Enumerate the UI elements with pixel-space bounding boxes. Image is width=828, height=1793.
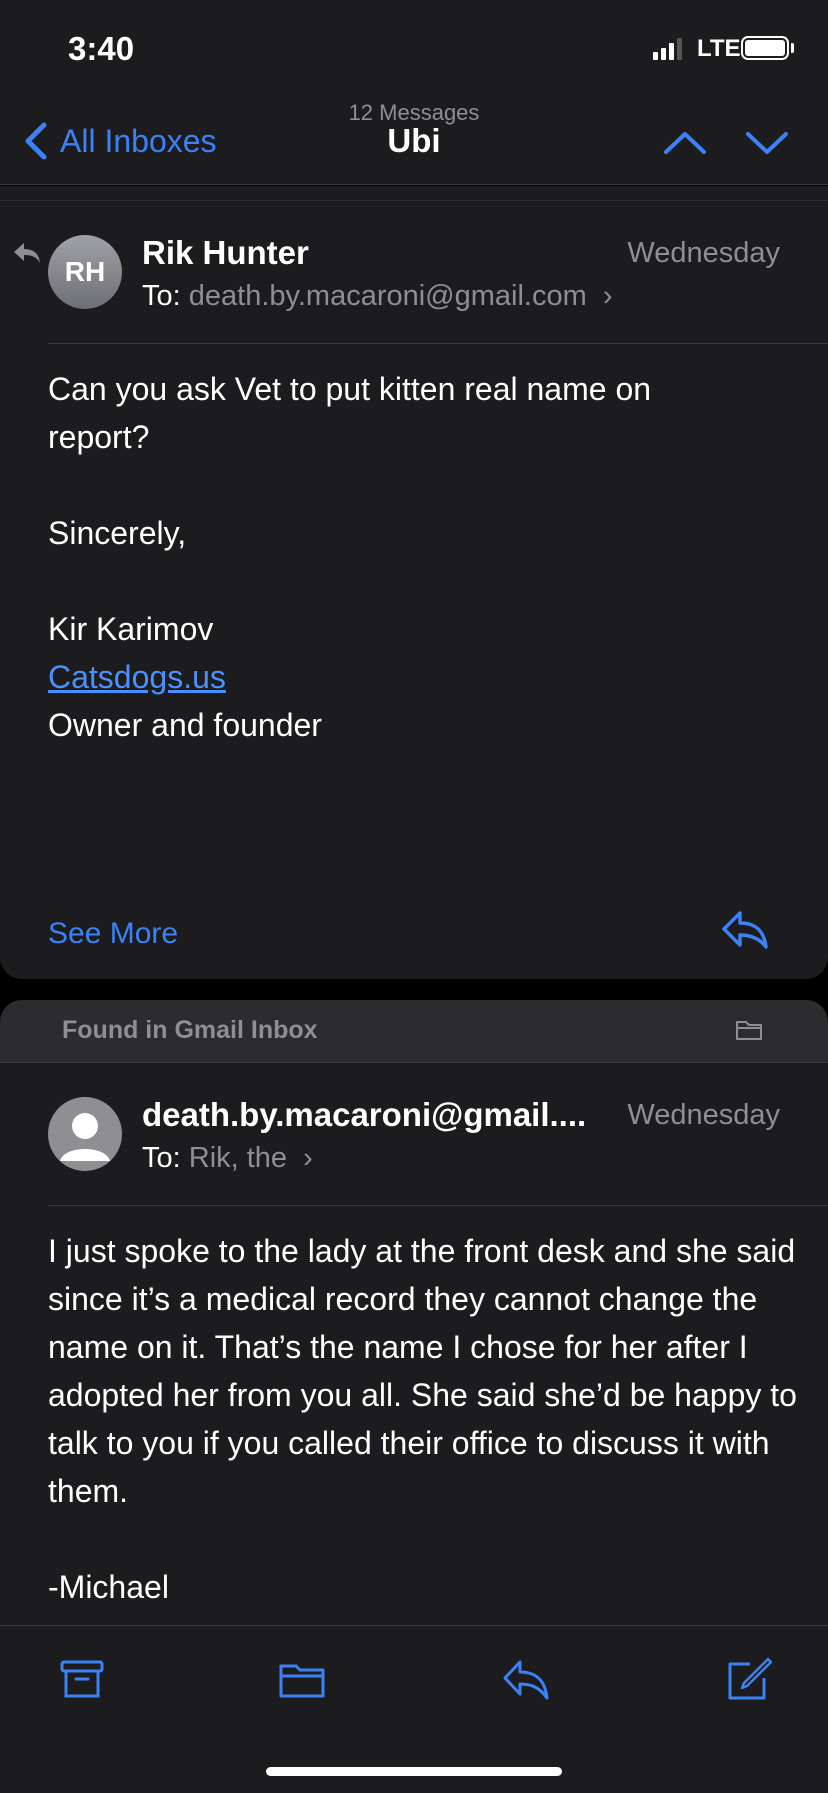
- recipient-address: death.by.macaroni@gmail.com: [188, 280, 587, 312]
- status-time: 3:40: [68, 30, 135, 67]
- body-name: Kir Karimov: [48, 611, 214, 647]
- message-card[interactable]: death.by.macaroni@gmail.... Wednesday To…: [0, 1063, 828, 1625]
- folder-icon[interactable]: [735, 1018, 763, 1042]
- chevron-right-icon: ›: [303, 1142, 313, 1174]
- see-more-button[interactable]: See More: [48, 917, 178, 951]
- message-card[interactable]: RH Rik Hunter Wednesday To: death.by.mac…: [0, 201, 828, 979]
- reply-button[interactable]: [720, 909, 770, 951]
- found-in-banner: Found in Gmail Inbox: [0, 1000, 828, 1063]
- status-bar: 3:40 LTE: [0, 0, 828, 100]
- sender-name: Rik Hunter: [142, 234, 309, 271]
- person-icon: [60, 1113, 110, 1161]
- next-message-button[interactable]: [742, 122, 792, 162]
- network-type: LTE: [697, 35, 741, 62]
- folder-icon[interactable]: [278, 1656, 326, 1704]
- previous-message-button[interactable]: [660, 122, 710, 162]
- compose-icon[interactable]: [724, 1656, 772, 1704]
- recipients[interactable]: To: death.by.macaroni@gmail.com ›: [142, 280, 613, 313]
- reply-icon[interactable]: [502, 1656, 550, 1704]
- signature: -Michael: [48, 1569, 169, 1605]
- replied-indicator-icon: [14, 243, 40, 263]
- found-in-label: Found in Gmail Inbox: [62, 1016, 318, 1044]
- avatar: RH: [48, 235, 122, 309]
- thread-top-edge: [0, 186, 828, 201]
- battery-icon: [741, 36, 789, 60]
- body-closing: Sincerely,: [48, 515, 187, 551]
- to-label: To:: [142, 280, 181, 312]
- navigation-bar: All Inboxes 12 Messages Ubi: [0, 100, 828, 185]
- chevron-right-icon: ›: [602, 280, 613, 312]
- home-indicator[interactable]: [266, 1767, 562, 1776]
- message-body: I just spoke to the lady at the front de…: [48, 1233, 797, 1509]
- divider: [48, 1205, 828, 1206]
- avatar: [48, 1097, 122, 1171]
- website-link[interactable]: Catsdogs.us: [48, 659, 226, 695]
- sender-name: death.by.macaroni@gmail....: [142, 1096, 587, 1133]
- recipient-names: Rik, the: [188, 1142, 288, 1174]
- recipients[interactable]: To: Rik, the ›: [142, 1142, 313, 1175]
- archive-icon[interactable]: [58, 1656, 106, 1704]
- cellular-signal-icon: [653, 38, 682, 60]
- body-role: Owner and founder: [48, 707, 322, 743]
- message-date: Wednesday: [627, 237, 780, 269]
- message-date: Wednesday: [627, 1099, 780, 1131]
- to-label: To:: [142, 1142, 181, 1174]
- body-line: Can you ask Vet to put kitten real name …: [48, 371, 652, 455]
